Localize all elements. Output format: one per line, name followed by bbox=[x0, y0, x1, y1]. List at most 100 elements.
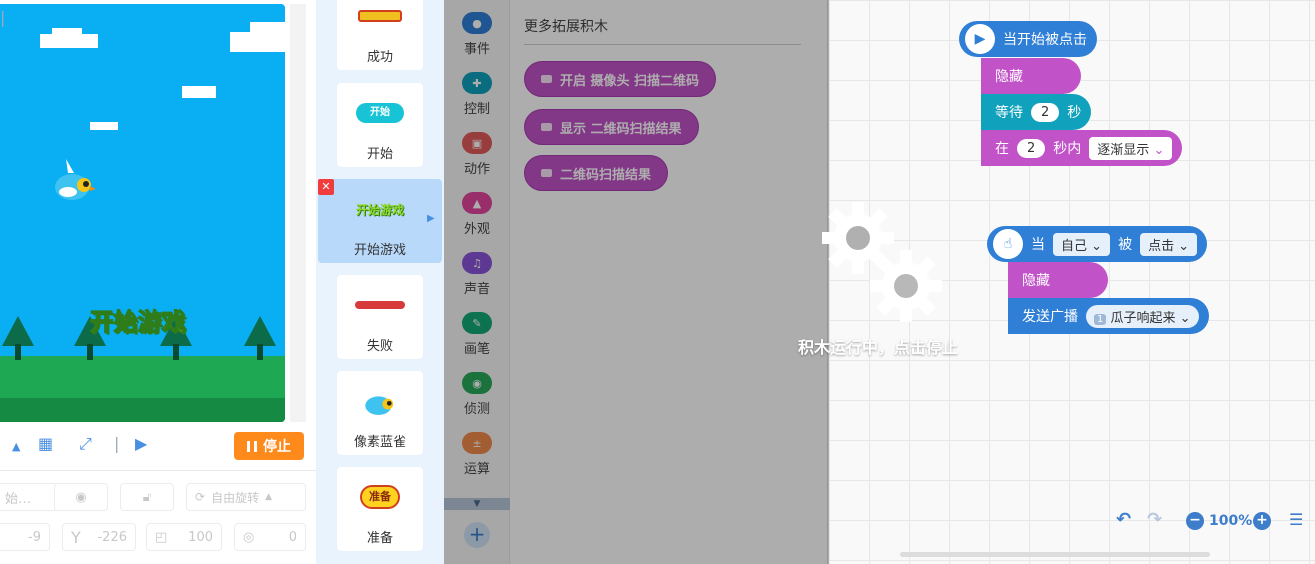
tree-trunk bbox=[87, 344, 93, 360]
action-dropdown[interactable]: 点击 ⌄ bbox=[1140, 232, 1198, 256]
sprite-card-selected[interactable]: 开始游戏 开始游戏 bbox=[318, 179, 442, 263]
block-label: 等待 bbox=[995, 105, 1023, 121]
sprite-card[interactable]: 像素蓝雀 bbox=[337, 371, 423, 455]
block-label: 发送广播 bbox=[1022, 309, 1078, 325]
zoom-out-icon[interactable]: − bbox=[1186, 512, 1204, 530]
block-label: 被 bbox=[1118, 237, 1133, 253]
cloud bbox=[250, 22, 285, 34]
lock-icon: 🔓︎ bbox=[142, 489, 152, 505]
gear-icon bbox=[870, 250, 942, 322]
block-label: 隐藏 bbox=[995, 69, 1023, 85]
cloud bbox=[40, 34, 98, 48]
workspace-scrollbar[interactable] bbox=[900, 552, 1210, 557]
action-value: 点击 bbox=[1148, 238, 1175, 254]
chevron-down-icon: ⌄ bbox=[1179, 310, 1191, 326]
play-icon: ▶ bbox=[965, 24, 995, 54]
sprite-name: 像素蓝雀 bbox=[353, 435, 406, 450]
sprite-thumbnail: 开始游戏 bbox=[318, 189, 442, 229]
rotation-mode-label: 自由旋转 bbox=[211, 490, 260, 505]
block-label: 秒 bbox=[1067, 105, 1082, 121]
message-dropdown[interactable]: 1 瓜子响起来 ⌄ bbox=[1086, 304, 1199, 328]
effect-value: 逐渐显示 bbox=[1097, 142, 1150, 158]
hide-block[interactable]: 隐藏 bbox=[981, 58, 1081, 94]
block-label: 当 bbox=[1031, 237, 1045, 253]
stage-scrollbar[interactable] bbox=[290, 4, 306, 422]
size-value: 100 bbox=[188, 529, 213, 545]
visibility-toggle[interactable]: ◉ bbox=[54, 483, 108, 511]
tree-trunk bbox=[15, 344, 21, 360]
sprite-name-field[interactable]: 始… bbox=[0, 483, 58, 511]
start-game-thumb: 开始游戏 bbox=[355, 202, 404, 217]
sprite-name: 开始游戏 bbox=[353, 243, 406, 258]
pointer-hand-icon: ☝ bbox=[993, 229, 1023, 259]
block-label: 当开始被点击 bbox=[1003, 32, 1087, 48]
lock-toggle[interactable]: 🔓︎ bbox=[120, 483, 174, 511]
sprite-name: 开始 bbox=[366, 147, 393, 162]
fail-banner-icon bbox=[355, 301, 405, 309]
sprite-name: 成功 bbox=[366, 50, 393, 65]
fade-in-block[interactable]: 在 2 秒内 逐渐显示 ⌄ bbox=[981, 130, 1183, 166]
sprite-name: 失败 bbox=[366, 339, 393, 354]
wait-block[interactable]: 等待 2 秒 bbox=[981, 94, 1092, 130]
stage-panel: 开始游戏 | ▲ ▦ ⤢ | ▶ 停止 始… ◉ 🔓︎ ⟳ 自由旋转 ▲ -9 … bbox=[0, 0, 316, 564]
sprite-list: 成功 开始 开始 开始游戏 开始游戏 失败 像素蓝雀 准备 准备 bbox=[316, 0, 444, 564]
pause-icon bbox=[247, 440, 257, 452]
sprite-card[interactable]: 准备 准备 bbox=[337, 467, 423, 551]
running-overlay[interactable] bbox=[444, 0, 829, 564]
sprite-card[interactable]: 失败 bbox=[337, 275, 423, 359]
cloud bbox=[182, 86, 216, 98]
direction-icon: ◎ bbox=[243, 529, 255, 545]
success-banner-icon bbox=[358, 10, 402, 22]
target-value: 自己 bbox=[1061, 238, 1088, 254]
target-dropdown[interactable]: 自己 ⌄ bbox=[1053, 232, 1111, 256]
sprite-card[interactable]: 成功 bbox=[337, 0, 423, 70]
chevron-right-icon[interactable]: ▶ bbox=[427, 213, 435, 224]
sprite-card[interactable]: 开始 开始 bbox=[337, 83, 423, 167]
rotate-icon: ⟳ bbox=[195, 490, 206, 504]
broadcast-block[interactable]: 发送广播 1 瓜子响起来 ⌄ bbox=[1008, 298, 1209, 334]
fullscreen-icon[interactable]: ⤢ bbox=[79, 434, 92, 454]
stop-label: 停止 bbox=[263, 439, 291, 455]
chevron-down-icon: ⌄ bbox=[1091, 238, 1103, 254]
block-label: 秒内 bbox=[1053, 141, 1082, 157]
caret-up-icon[interactable]: ▲ bbox=[12, 440, 20, 453]
undo-icon[interactable]: ↶ bbox=[1116, 509, 1131, 530]
x-field[interactable]: -9 bbox=[0, 523, 50, 551]
sprite-name-value: 始… bbox=[5, 491, 32, 507]
rotation-mode-select[interactable]: ⟳ 自由旋转 ▲ bbox=[186, 483, 306, 511]
eye-icon: ◉ bbox=[75, 489, 87, 505]
direction-field[interactable]: ◎ 0 bbox=[234, 523, 306, 551]
stage-canvas[interactable]: 开始游戏 bbox=[0, 4, 285, 422]
wait-seconds-input[interactable]: 2 bbox=[1031, 102, 1060, 122]
blue-bird-sprite[interactable] bbox=[52, 159, 96, 203]
hide-block[interactable]: 隐藏 bbox=[1008, 262, 1108, 298]
tree-trunk bbox=[173, 344, 179, 360]
when-start-clicked-block[interactable]: ▶ 当开始被点击 bbox=[959, 21, 1097, 57]
cloud bbox=[230, 32, 285, 52]
align-blocks-icon[interactable]: ☰ bbox=[1289, 510, 1303, 529]
sprite-thumbnail bbox=[337, 0, 423, 36]
message-value: 瓜子响起来 bbox=[1110, 310, 1176, 326]
zoom-in-icon[interactable]: + bbox=[1253, 512, 1271, 530]
delete-sprite-icon[interactable]: ✕ bbox=[318, 179, 334, 195]
cloud bbox=[52, 28, 82, 36]
redo-icon[interactable]: ↷ bbox=[1147, 509, 1162, 530]
size-field[interactable]: ◰ 100 bbox=[146, 523, 222, 551]
running-hint-text[interactable]: 积木运行中，点击停止 bbox=[798, 334, 958, 358]
sprite-thumbnail: 准备 bbox=[337, 477, 423, 517]
stage-title-text: 开始游戏 bbox=[89, 308, 186, 337]
block-label: 在 bbox=[995, 141, 1009, 157]
tree bbox=[2, 316, 34, 346]
effect-dropdown[interactable]: 逐渐显示 ⌄ bbox=[1089, 136, 1173, 160]
y-label: Y bbox=[71, 527, 81, 547]
sprite-thumbnail bbox=[337, 285, 423, 325]
fade-seconds-input[interactable]: 2 bbox=[1017, 138, 1046, 158]
sprite-thumbnail: 开始 bbox=[337, 93, 423, 133]
grid-icon[interactable]: ▦ bbox=[38, 434, 53, 453]
sprite-thumbnail bbox=[337, 381, 423, 421]
play-screen-icon[interactable]: ▶ bbox=[135, 434, 147, 453]
when-sprite-clicked-block[interactable]: ☝ 当 自己 ⌄ 被 点击 ⌄ bbox=[987, 226, 1208, 262]
y-field[interactable]: Y -226 bbox=[62, 523, 136, 551]
y-value: -226 bbox=[97, 529, 127, 545]
stop-button[interactable]: 停止 bbox=[234, 432, 304, 460]
